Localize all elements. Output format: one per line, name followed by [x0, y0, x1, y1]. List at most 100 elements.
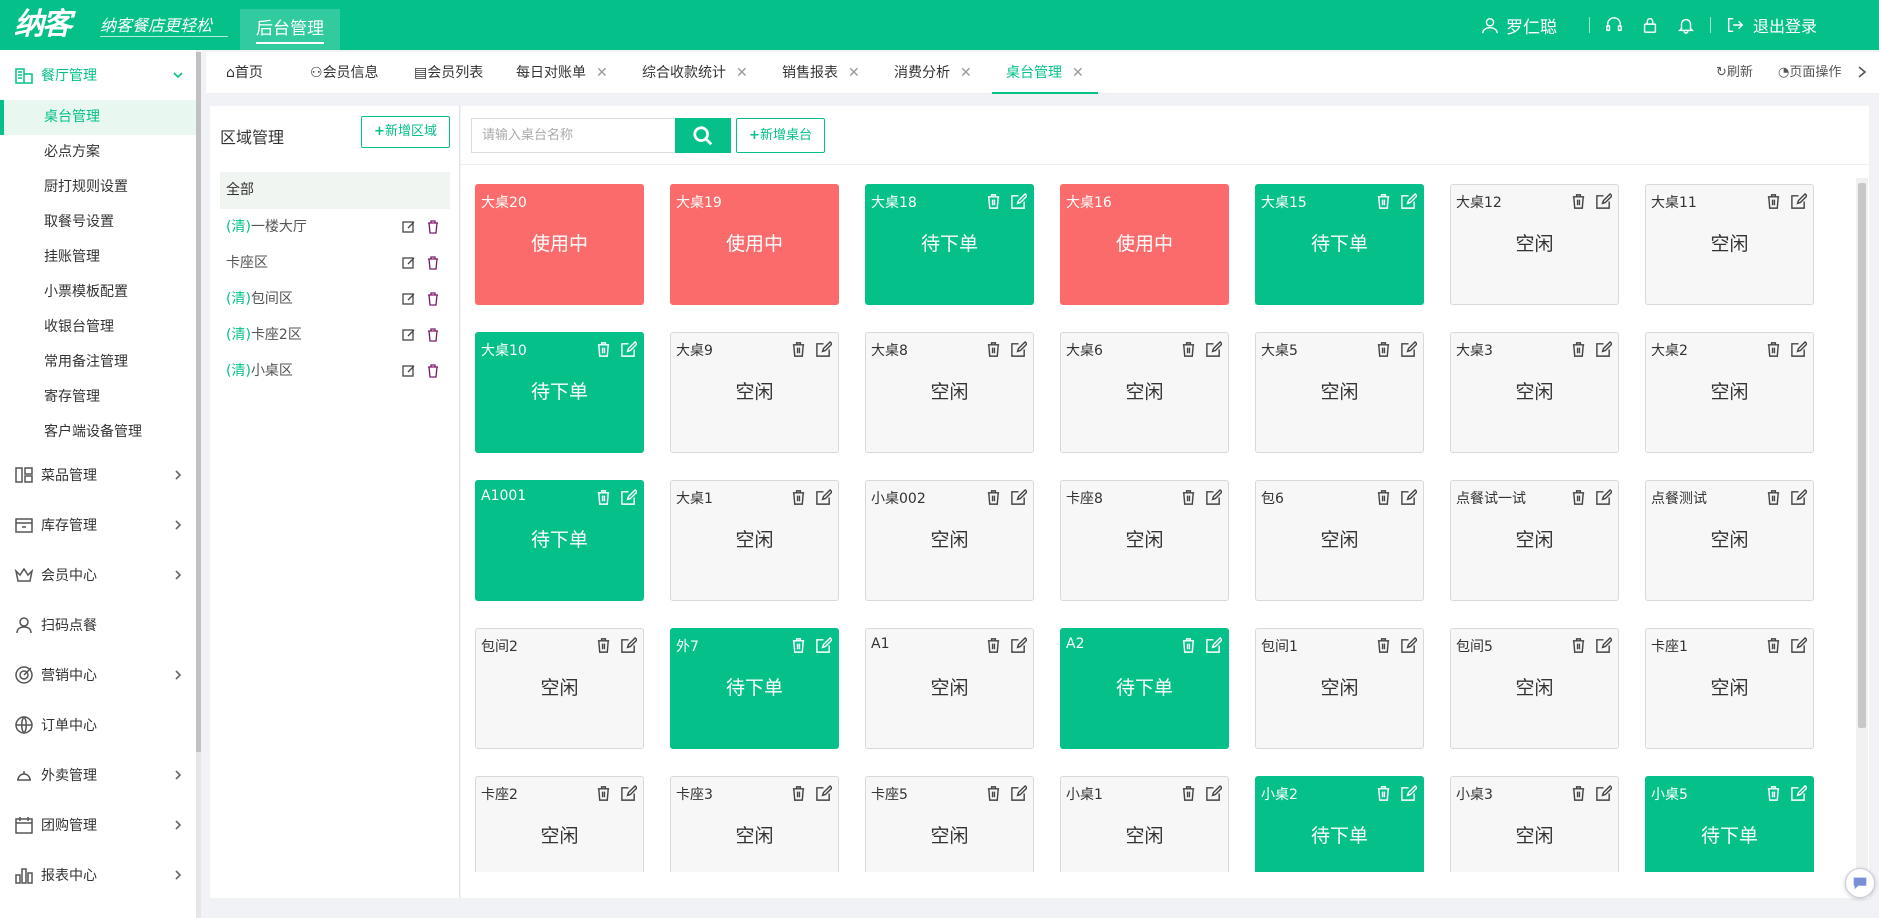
sidebar-group-delivery[interactable]: 外卖管理 [0, 750, 197, 800]
table-card[interactable]: 小桌3 空闲 [1450, 776, 1619, 872]
area-item[interactable]: (清)卡座2区 [220, 317, 450, 353]
sidebar-group-group-buy[interactable]: 团购管理 [0, 800, 197, 850]
chevron-right-icon[interactable] [1855, 64, 1871, 82]
table-card[interactable]: 大桌9 空闲 [670, 332, 839, 453]
trash-icon[interactable] [790, 637, 807, 654]
trash-icon[interactable] [1180, 637, 1197, 654]
edit-icon[interactable] [620, 341, 637, 358]
edit-icon[interactable] [815, 785, 832, 802]
edit-icon[interactable] [1400, 785, 1417, 802]
close-icon[interactable]: ✕ [736, 65, 748, 81]
trash-icon[interactable] [1765, 785, 1782, 802]
edit-icon[interactable] [1595, 489, 1612, 506]
edit-icon[interactable] [1595, 637, 1612, 654]
table-card[interactable]: 小桌2 待下单 [1255, 776, 1424, 872]
table-card[interactable]: 包间1 空闲 [1255, 628, 1424, 749]
headset-icon[interactable] [1604, 15, 1624, 35]
sidebar-item-required-dishes[interactable]: 必点方案 [0, 135, 197, 170]
edit-icon[interactable] [1400, 637, 1417, 654]
table-card[interactable]: 大桌8 空闲 [865, 332, 1034, 453]
chat-float-button[interactable] [1845, 868, 1875, 898]
edit-icon[interactable] [1790, 637, 1807, 654]
area-item[interactable]: 卡座区 [220, 245, 450, 281]
table-card[interactable]: A2 待下单 [1060, 628, 1229, 749]
user-name[interactable]: 罗仁聪 [1506, 13, 1557, 38]
tab-member-info[interactable]: ⚇会员信息 [310, 52, 379, 94]
edit-icon[interactable] [1010, 785, 1027, 802]
edit-icon[interactable] [1790, 785, 1807, 802]
table-card[interactable]: 大桌1 空闲 [670, 480, 839, 601]
edit-icon[interactable] [1010, 637, 1027, 654]
trash-icon[interactable] [1570, 637, 1587, 654]
table-card[interactable]: 卡座8 空闲 [1060, 480, 1229, 601]
table-card[interactable]: 卡座3 空闲 [670, 776, 839, 872]
trash-icon[interactable] [595, 785, 612, 802]
tab-member-list[interactable]: ▤会员列表 [414, 52, 483, 94]
trash-icon[interactable] [426, 364, 440, 378]
table-card[interactable]: 小桌1 空闲 [1060, 776, 1229, 872]
content-scrollbar-thumb[interactable] [1858, 183, 1866, 728]
table-card[interactable]: A1 空闲 [865, 628, 1034, 749]
trash-icon[interactable] [1375, 489, 1392, 506]
trash-icon[interactable] [1765, 637, 1782, 654]
area-item[interactable]: (清)包间区 [220, 281, 450, 317]
trash-icon[interactable] [985, 637, 1002, 654]
table-card[interactable]: 卡座5 空闲 [865, 776, 1034, 872]
sidebar-group-reports[interactable]: 报表中心 [0, 850, 197, 900]
edit-icon[interactable] [1205, 785, 1222, 802]
tab-consumption-analysis[interactable]: 消费分析 ✕ [894, 52, 972, 94]
sidebar-scrollbar[interactable] [196, 52, 201, 918]
trash-icon[interactable] [1570, 341, 1587, 358]
tab-table-management[interactable]: 桌台管理 ✕ [992, 52, 1098, 94]
area-item-all[interactable]: 全部 [220, 172, 450, 209]
trash-icon[interactable] [595, 341, 612, 358]
edit-icon[interactable] [815, 341, 832, 358]
table-card[interactable]: 包间5 空闲 [1450, 628, 1619, 749]
sidebar-group-dishes[interactable]: 菜品管理 [0, 450, 197, 500]
trash-icon[interactable] [985, 489, 1002, 506]
sidebar-item-storage[interactable]: 寄存管理 [0, 380, 197, 415]
table-card[interactable]: 小桌002 空闲 [865, 480, 1034, 601]
sidebar-item-devices[interactable]: 客户端设备管理 [0, 415, 197, 450]
search-button[interactable] [675, 118, 731, 153]
edit-icon[interactable] [1010, 489, 1027, 506]
table-card[interactable]: 大桌11 空闲 [1645, 184, 1814, 305]
edit-icon[interactable] [1205, 637, 1222, 654]
trash-icon[interactable] [790, 341, 807, 358]
edit-icon[interactable] [1790, 193, 1807, 210]
edit-icon[interactable] [1010, 193, 1027, 210]
table-card[interactable]: 包6 空闲 [1255, 480, 1424, 601]
tab-daily-statement[interactable]: 每日对账单 ✕ [516, 52, 608, 94]
trash-icon[interactable] [426, 292, 440, 306]
edit-icon[interactable] [620, 637, 637, 654]
tab-payment-stats[interactable]: 综合收款统计 ✕ [642, 52, 748, 94]
trash-icon[interactable] [1375, 637, 1392, 654]
sidebar-item-cashier[interactable]: 收银台管理 [0, 310, 197, 345]
table-card[interactable]: 点餐测试 空闲 [1645, 480, 1814, 601]
trash-icon[interactable] [595, 489, 612, 506]
trash-icon[interactable] [1570, 489, 1587, 506]
close-icon[interactable]: ✕ [848, 65, 860, 81]
sidebar-item-notes[interactable]: 常用备注管理 [0, 345, 197, 380]
trash-icon[interactable] [985, 341, 1002, 358]
trash-icon[interactable] [1570, 785, 1587, 802]
sidebar-group-inventory[interactable]: 库存管理 [0, 500, 197, 550]
tab-home[interactable]: ⌂首页 [226, 52, 263, 94]
edit-icon[interactable] [402, 328, 416, 342]
table-card[interactable]: 大桌6 空闲 [1060, 332, 1229, 453]
table-card[interactable]: 大桌16 使用中 [1060, 184, 1229, 305]
trash-icon[interactable] [1375, 341, 1392, 358]
edit-icon[interactable] [1595, 341, 1612, 358]
table-card[interactable]: 包间2 空闲 [475, 628, 644, 749]
logout-link[interactable]: 退出登录 [1753, 13, 1817, 37]
trash-icon[interactable] [790, 489, 807, 506]
tab-sales-report[interactable]: 销售报表 ✕ [782, 52, 860, 94]
trash-icon[interactable] [426, 220, 440, 234]
trash-icon[interactable] [1765, 193, 1782, 210]
edit-icon[interactable] [1400, 193, 1417, 210]
trash-icon[interactable] [790, 785, 807, 802]
sidebar-item-credit[interactable]: 挂账管理 [0, 240, 197, 275]
edit-icon[interactable] [402, 220, 416, 234]
edit-icon[interactable] [1205, 341, 1222, 358]
refresh-button[interactable]: ↻刷新 [1716, 52, 1753, 94]
